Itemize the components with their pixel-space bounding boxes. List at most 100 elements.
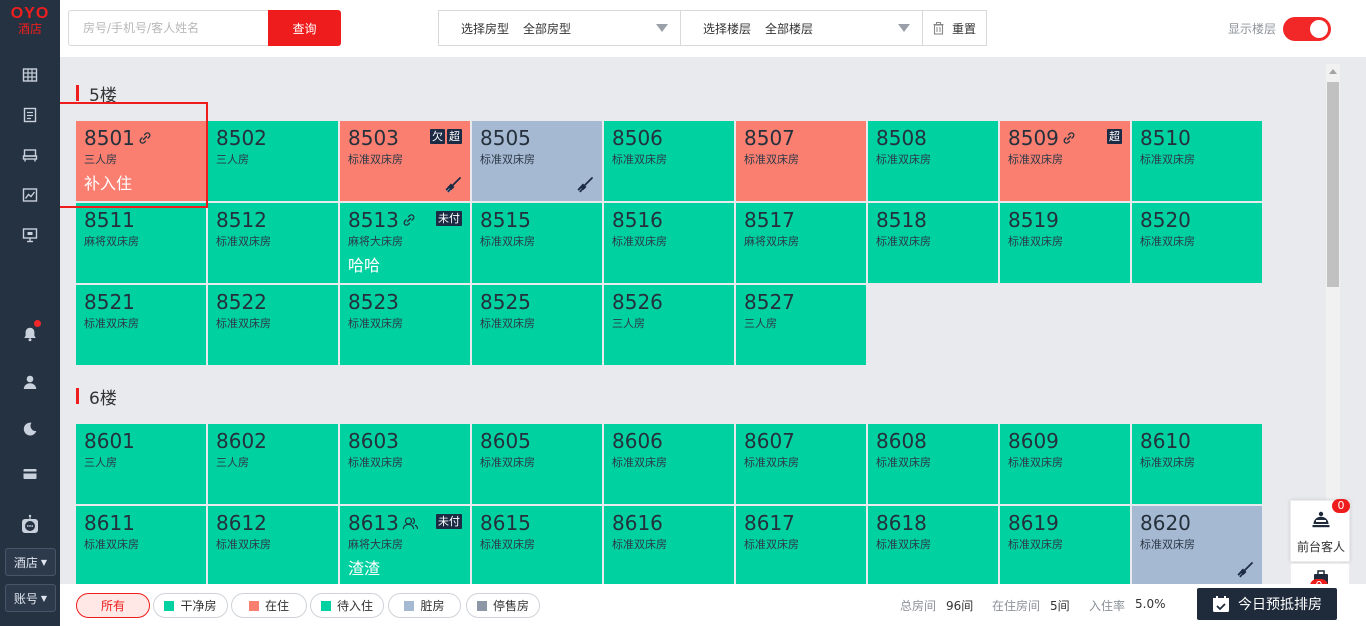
room-number: 8618	[876, 512, 927, 534]
room-card[interactable]: 8510 标准双床房	[1132, 121, 1262, 201]
room-card[interactable]: 8506 标准双床房	[604, 121, 734, 201]
room-card[interactable]: 8525 标准双床房	[472, 285, 602, 365]
room-number: 8518	[876, 209, 927, 231]
legend-filter-pill[interactable]: 所有	[76, 593, 150, 618]
logo-text: OYO	[10, 5, 50, 22]
room-tags: 欠超	[430, 129, 462, 144]
room-number-text: 8613	[348, 511, 399, 535]
room-type-select[interactable]: 选择房型 全部房型	[438, 10, 681, 46]
nav-room-grid[interactable]	[0, 61, 60, 89]
room-number-text: 8515	[480, 208, 531, 232]
room-type: 标准双床房	[84, 317, 139, 330]
legend-swatch	[248, 600, 259, 611]
reset-button[interactable]: 重置	[922, 10, 987, 46]
room-card[interactable]: 8518 标准双床房	[868, 203, 998, 283]
room-card[interactable]: 8509 标准双床房 超	[1000, 121, 1130, 201]
room-card[interactable]: 8515 标准双床房	[472, 203, 602, 283]
room-card[interactable]: 8610 标准双床房	[1132, 424, 1262, 504]
room-card[interactable]: 8526 三人房	[604, 285, 734, 365]
room-card[interactable]: 8617 标准双床房	[736, 506, 866, 584]
room-number-text: 8607	[744, 429, 795, 453]
hotel-select[interactable]: 酒店 ▼	[5, 548, 56, 576]
room-card[interactable]: 8522 标准双床房	[208, 285, 338, 365]
room-card[interactable]: 8502 三人房	[208, 121, 338, 201]
logo[interactable]: OYO 酒店	[0, 5, 60, 37]
room-card[interactable]: 8519 标准双床房	[1000, 203, 1130, 283]
trash-icon	[933, 21, 944, 35]
room-card[interactable]: 8508 标准双床房	[868, 121, 998, 201]
room-type: 标准双床房	[348, 317, 403, 330]
legend-filter-pill[interactable]: 停售房	[466, 593, 540, 618]
room-card[interactable]: 8609 标准双床房	[1000, 424, 1130, 504]
legend-label: 待入住	[336, 599, 373, 613]
room-type: 标准双床房	[216, 235, 271, 248]
room-card[interactable]: 8607 标准双床房	[736, 424, 866, 504]
room-card[interactable]: 8606 标准双床房	[604, 424, 734, 504]
nav-notifications[interactable]	[0, 320, 60, 348]
room-type: 标准双床房	[1140, 153, 1195, 166]
legend-filter-pill[interactable]: 待入住	[310, 593, 384, 618]
nav-reports[interactable]	[0, 181, 60, 209]
legend-swatch	[164, 600, 175, 611]
legend-filter-pill[interactable]: 干净房	[153, 593, 228, 618]
account-select[interactable]: 账号 ▼	[5, 584, 56, 612]
room-card[interactable]: 8523 标准双床房	[340, 285, 470, 365]
room-card[interactable]: 8513 麻将大床房 哈哈 未付	[340, 203, 470, 283]
room-number: 8513	[348, 209, 416, 231]
room-card[interactable]: 8608 标准双床房	[868, 424, 998, 504]
nav-night-audit[interactable]	[0, 415, 60, 443]
room-card[interactable]: 8603 标准双床房	[340, 424, 470, 504]
room-card[interactable]: 8505 标准双床房	[472, 121, 602, 201]
room-card[interactable]: 8512 标准双床房	[208, 203, 338, 283]
room-number: 8502	[216, 127, 267, 149]
search-input[interactable]	[68, 10, 268, 46]
room-card[interactable]: 8613 麻将大床房 渣渣 未付	[340, 506, 470, 584]
nav-orders[interactable]	[0, 101, 60, 129]
room-number: 8506	[612, 127, 663, 149]
room-type: 标准双床房	[876, 456, 931, 469]
room-card[interactable]: 8612 标准双床房	[208, 506, 338, 584]
room-card[interactable]: 8619 标准双床房	[1000, 506, 1130, 584]
room-card[interactable]: 8521 标准双床房	[76, 285, 206, 365]
room-card[interactable]: 8511 麻将双床房	[76, 203, 206, 283]
legend-filter-pill[interactable]: 脏房	[388, 593, 461, 618]
stat-rate-label: 入住率	[1089, 599, 1126, 613]
today-arrivals-assign-button[interactable]: 今日预抵排房	[1197, 588, 1337, 620]
room-card[interactable]: 8602 三人房	[208, 424, 338, 504]
room-card[interactable]: 8620 标准双床房	[1132, 506, 1262, 584]
room-card[interactable]: 8601 三人房	[76, 424, 206, 504]
show-floor-toggle[interactable]	[1283, 17, 1331, 41]
legend-swatch	[404, 600, 415, 611]
nav-beds[interactable]	[0, 141, 60, 169]
nav-chat[interactable]	[0, 506, 60, 542]
room-type: 标准双床房	[876, 538, 931, 551]
room-number: 8511	[84, 209, 135, 231]
room-card[interactable]: 8503 标准双床房 欠超	[340, 121, 470, 201]
query-button[interactable]: 查询	[268, 10, 341, 46]
room-card[interactable]: 8527 三人房	[736, 285, 866, 365]
legend-filter-pill[interactable]: 在住	[231, 593, 307, 618]
floor-select[interactable]: 选择楼层 全部楼层	[680, 10, 923, 46]
room-card[interactable]: 8615 标准双床房	[472, 506, 602, 584]
room-card[interactable]: 8618 标准双床房	[868, 506, 998, 584]
nav-screen[interactable]	[0, 221, 60, 249]
scroll-up-arrow-icon[interactable]	[1329, 69, 1337, 74]
nav-guests[interactable]	[0, 368, 60, 396]
nav-payments[interactable]	[0, 460, 60, 488]
room-type: 标准双床房	[84, 538, 139, 551]
room-card[interactable]: 8517 麻将双床房	[736, 203, 866, 283]
room-card[interactable]: 8616 标准双床房	[604, 506, 734, 584]
stat-occupied-value: 5间	[1050, 599, 1070, 613]
room-number-text: 8517	[744, 208, 795, 232]
floor-title-text: 6楼	[89, 388, 117, 409]
room-card[interactable]: 8611 标准双床房	[76, 506, 206, 584]
room-number-text: 8520	[1140, 208, 1191, 232]
selected-room-highlight	[60, 102, 208, 208]
room-card[interactable]: 8516 标准双床房	[604, 203, 734, 283]
room-card[interactable]: 8605 标准双床房	[472, 424, 602, 504]
room-number-text: 8503	[348, 126, 399, 150]
scroll-thumb[interactable]	[1327, 82, 1339, 287]
room-card[interactable]: 8520 标准双床房	[1132, 203, 1262, 283]
room-number-text: 8620	[1140, 511, 1191, 535]
room-card[interactable]: 8507 标准双床房	[736, 121, 866, 201]
